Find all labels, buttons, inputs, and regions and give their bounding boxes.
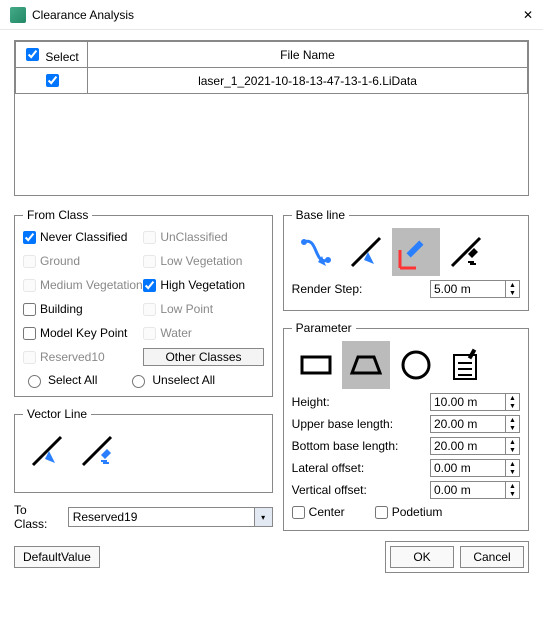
bottom-base-label: Bottom base length: [292, 439, 430, 453]
select-all-radio[interactable]: Select All [23, 372, 97, 388]
chevron-down-icon[interactable]: ▾ [254, 508, 272, 526]
select-all-files-checkbox[interactable] [26, 48, 39, 61]
from-class-item: Medium Vegetation [23, 276, 143, 294]
from-class-label: Water [160, 326, 192, 340]
cancel-button[interactable]: Cancel [460, 546, 524, 568]
center-checkbox[interactable]: Center [292, 503, 345, 521]
from-class-item: Low Vegetation [143, 252, 263, 270]
lateral-offset-label: Lateral offset: [292, 461, 430, 475]
other-classes-button[interactable]: Other Classes [143, 348, 263, 366]
from-class-label: Low Vegetation [160, 254, 242, 268]
from-class-checkbox [23, 279, 36, 292]
from-class-label: Never Classified [40, 230, 127, 244]
from-class-label: Model Key Point [40, 326, 127, 340]
close-icon[interactable]: ✕ [523, 8, 533, 22]
render-step-label: Render Step: [292, 282, 430, 296]
to-class-label: To Class: [14, 503, 62, 531]
vector-line-group: Vector Line [14, 407, 273, 493]
to-class-combo[interactable]: Reserved19 ▾ [68, 507, 273, 527]
spin-up-icon[interactable]: ▲ [506, 281, 519, 289]
from-class-item[interactable]: Building [23, 300, 143, 318]
upper-base-spinner[interactable]: 20.00 m▲▼ [430, 415, 520, 433]
file-row-name: laser_1_2021-10-18-13-47-13-1-6.LiData [88, 68, 528, 94]
from-class-item: Low Point [143, 300, 263, 318]
app-icon [10, 7, 26, 23]
unselect-all-radio[interactable]: Unselect All [127, 372, 215, 388]
vector-select-icon[interactable] [23, 427, 71, 475]
lateral-offset-spinner[interactable]: 0.00 m▲▼ [430, 459, 520, 477]
from-class-checkbox[interactable] [23, 327, 36, 340]
vector-brush-icon[interactable] [73, 427, 121, 475]
file-list-frame: Select File Name laser_1_2021-10-18-13-4… [14, 40, 529, 196]
baseline-route-icon[interactable] [292, 228, 340, 276]
from-class-item: Water [143, 324, 263, 342]
from-class-label: Reserved10 [40, 350, 105, 364]
table-row: laser_1_2021-10-18-13-47-13-1-6.LiData [16, 68, 528, 94]
from-class-label: UnClassified [160, 230, 227, 244]
from-class-checkbox [143, 303, 156, 316]
from-class-checkbox[interactable] [23, 231, 36, 244]
baseline-edit-icon[interactable] [392, 228, 440, 276]
from-class-item: Reserved10 [23, 348, 143, 366]
from-class-checkbox[interactable] [23, 303, 36, 316]
to-class-value: Reserved19 [69, 508, 254, 526]
from-class-checkbox [23, 351, 36, 364]
base-line-group: Base line Render Step: [283, 208, 529, 311]
from-class-group: From Class Never Classified UnClassified… [14, 208, 273, 397]
from-class-legend: From Class [23, 208, 92, 222]
baseline-pointer-icon[interactable] [342, 228, 390, 276]
ok-button[interactable]: OK [390, 546, 454, 568]
vector-line-legend: Vector Line [23, 407, 91, 421]
from-class-label: Ground [40, 254, 80, 268]
default-value-button[interactable]: DefaultValue [14, 546, 100, 568]
file-row-checkbox[interactable] [46, 74, 59, 87]
height-label: Height: [292, 395, 430, 409]
from-class-label: Building [40, 302, 83, 316]
parameter-legend: Parameter [292, 321, 356, 335]
from-class-item: Ground [23, 252, 143, 270]
vertical-offset-label: Vertical offset: [292, 483, 430, 497]
upper-base-label: Upper base length: [292, 417, 430, 431]
parameter-group: Parameter Height:10.00 m▲▼ Upper base le… [283, 321, 529, 531]
spin-down-icon[interactable]: ▼ [506, 289, 519, 297]
from-class-checkbox [143, 327, 156, 340]
baseline-brush-icon[interactable] [442, 228, 490, 276]
podetium-checkbox[interactable]: Podetium [375, 503, 443, 521]
from-class-checkbox[interactable] [143, 279, 156, 292]
from-class-label: Medium Vegetation [40, 278, 143, 292]
height-spinner[interactable]: 10.00 m▲▼ [430, 393, 520, 411]
from-class-item[interactable]: Never Classified [23, 228, 143, 246]
from-class-label: High Vegetation [160, 278, 245, 292]
file-table-header: Select File Name [16, 42, 528, 68]
from-class-item: UnClassified [143, 228, 263, 246]
from-class-item[interactable]: Model Key Point [23, 324, 143, 342]
shape-rectangle-icon[interactable] [292, 341, 340, 389]
bottom-base-spinner[interactable]: 20.00 m▲▼ [430, 437, 520, 455]
window-title: Clearance Analysis [32, 8, 523, 22]
select-column-header: Select [45, 50, 78, 64]
base-line-legend: Base line [292, 208, 349, 222]
from-class-checkbox [143, 255, 156, 268]
vertical-offset-spinner[interactable]: 0.00 m▲▼ [430, 481, 520, 499]
shape-custom-icon[interactable] [442, 341, 490, 389]
shape-circle-icon[interactable] [392, 341, 440, 389]
from-class-checkbox [143, 231, 156, 244]
shape-trapezoid-icon[interactable] [342, 341, 390, 389]
from-class-checkbox [23, 255, 36, 268]
from-class-item[interactable]: High Vegetation [143, 276, 263, 294]
title-bar: Clearance Analysis ✕ [0, 0, 543, 30]
filename-column-header: File Name [88, 42, 528, 68]
render-step-spinner[interactable]: 5.00 m ▲▼ [430, 280, 520, 298]
from-class-label: Low Point [160, 302, 213, 316]
